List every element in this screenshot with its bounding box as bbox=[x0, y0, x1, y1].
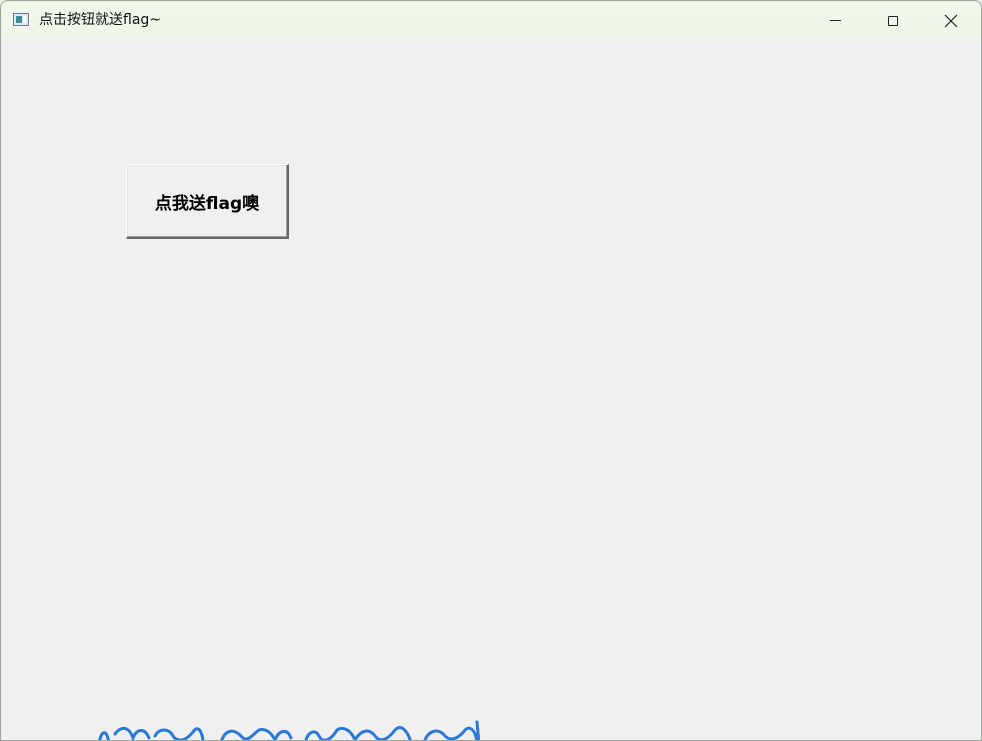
close-icon bbox=[944, 14, 958, 27]
send-flag-button[interactable]: 点我送flag噢 bbox=[126, 164, 289, 239]
app-window: 点击按钮就送flag~ 点我送flag噢 bbox=[0, 0, 982, 741]
minimize-button[interactable] bbox=[806, 1, 864, 40]
handwriting-scribble-icon bbox=[98, 720, 481, 740]
client-area: 点我送flag噢 bbox=[1, 40, 981, 740]
minimize-icon bbox=[829, 20, 841, 21]
maximize-icon bbox=[888, 15, 898, 26]
app-window-icon[interactable] bbox=[13, 13, 29, 26]
maximize-button[interactable] bbox=[864, 1, 922, 40]
title-bar[interactable]: 点击按钮就送flag~ bbox=[1, 1, 981, 40]
window-title: 点击按钮就送flag~ bbox=[39, 12, 162, 28]
decorative-scribble bbox=[93, 720, 493, 740]
close-button[interactable] bbox=[922, 1, 980, 40]
